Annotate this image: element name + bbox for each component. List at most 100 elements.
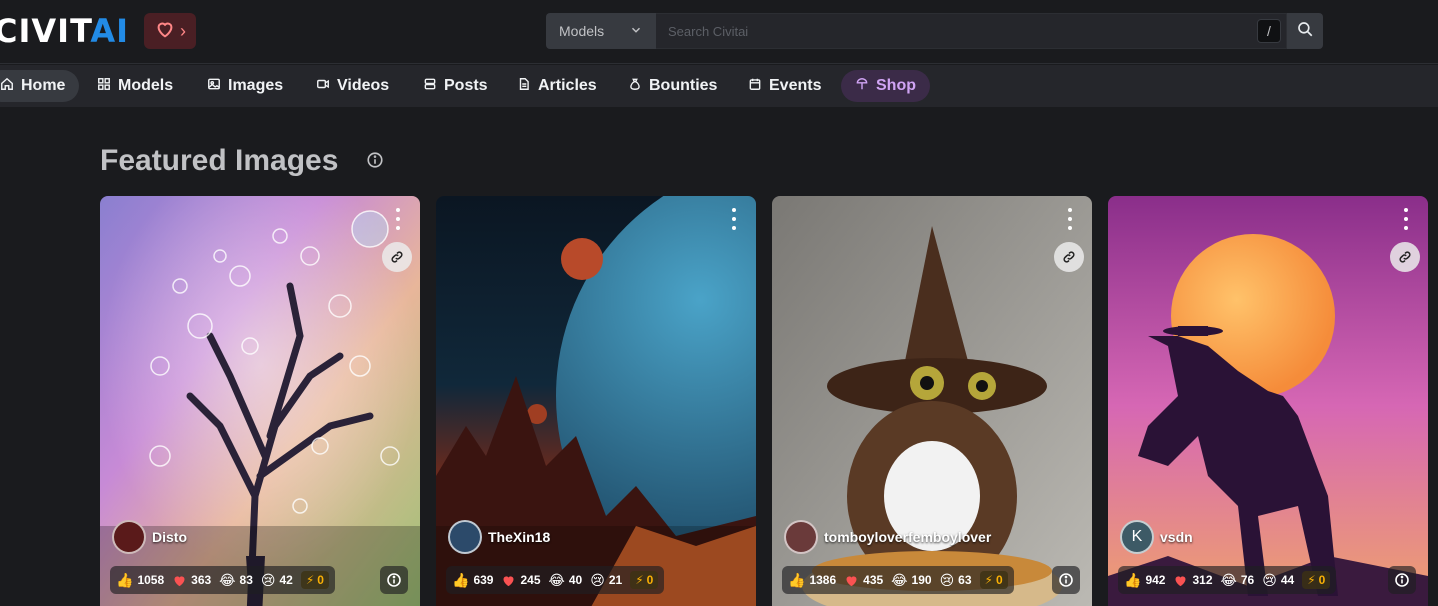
sad-icon: 😢 (590, 572, 605, 588)
chevron-right-icon: › (180, 20, 186, 41)
reaction-bar: 👍 1386 435 😂 190 😢 63 ⚡ 0 (782, 566, 1014, 594)
cry-reaction[interactable]: 😢 21 (590, 573, 622, 587)
heart-reaction[interactable]: 312 (1173, 573, 1213, 588)
tip-button[interactable]: ⚡ 0 (979, 571, 1008, 589)
nav-articles[interactable]: Articles (503, 70, 611, 102)
laugh-icon: 😂 (548, 572, 565, 588)
nav-posts-label: Posts (444, 77, 488, 94)
like-reaction[interactable]: 👍 942 (1124, 573, 1165, 587)
card-user[interactable]: K vsdn (1120, 520, 1193, 554)
nav-events[interactable]: Events (734, 70, 835, 102)
cry-reaction[interactable]: 😢 42 (261, 573, 293, 587)
support-button[interactable]: › (144, 13, 196, 49)
nav-images[interactable]: Images (193, 70, 297, 102)
nav-home-label: Home (21, 77, 66, 94)
heart-icon (501, 573, 516, 588)
tip-button[interactable]: ⚡ 0 (1302, 571, 1331, 589)
posts-icon (423, 77, 437, 96)
cry-reaction[interactable]: 😢 63 (940, 573, 972, 587)
article-icon (517, 77, 531, 96)
grid-icon (97, 77, 111, 96)
more-options-icon[interactable] (730, 208, 738, 230)
bolt-icon: ⚡ (984, 573, 993, 587)
username: tomboyloverfemboylover (824, 529, 992, 545)
sad-icon: 😢 (260, 572, 276, 588)
image-card[interactable]: Disto 👍 1058 363 😂 83 😢 42 ⚡ 0 (100, 196, 420, 606)
more-options-icon[interactable] (1402, 208, 1410, 230)
calendar-icon (748, 77, 762, 96)
nav-posts[interactable]: Posts (409, 70, 502, 102)
laugh-reaction[interactable]: 😂 190 (891, 573, 931, 587)
image-card[interactable]: tomboyloverfemboylover 👍 1386 435 😂 190 😢 6… (772, 196, 1092, 606)
image-info-button[interactable] (1052, 566, 1080, 594)
laugh-icon: 😂 (891, 572, 908, 588)
username: vsdn (1160, 529, 1193, 545)
nav-shop[interactable]: Shop (841, 70, 930, 102)
heart-reaction[interactable]: 245 (501, 573, 541, 588)
nav-videos[interactable]: Videos (302, 70, 403, 102)
laugh-reaction[interactable]: 😂 83 (219, 573, 253, 587)
card-user[interactable]: TheXin18 (448, 520, 550, 554)
heart-icon (172, 573, 187, 588)
sad-icon: 😢 (1262, 572, 1277, 588)
like-reaction[interactable]: 👍 1058 (116, 573, 164, 587)
laugh-icon: 😂 (219, 572, 236, 588)
nav-models-label: Models (118, 77, 174, 94)
section-title: Featured Images (100, 144, 339, 177)
shop-icon (855, 77, 869, 96)
avatar (448, 520, 482, 554)
username: TheXin18 (488, 529, 551, 545)
tip-button[interactable]: ⚡ 0 (630, 571, 659, 589)
thumbs-up-icon: 👍 (788, 572, 806, 588)
image-card[interactable]: TheXin18 👍 639 245 😂 40 😢 21 ⚡ 0 (436, 196, 756, 606)
tip-button[interactable]: ⚡ 0 (300, 571, 329, 589)
heart-icon (844, 573, 859, 588)
heart-reaction[interactable]: 435 (844, 573, 883, 588)
more-options-icon[interactable] (1066, 208, 1074, 230)
search-input[interactable] (656, 13, 1287, 49)
more-options-icon[interactable] (394, 208, 402, 230)
remix-link-icon[interactable] (382, 242, 412, 272)
image-icon (207, 77, 221, 96)
card-user[interactable]: Disto (112, 520, 187, 554)
thumbs-up-icon: 👍 (116, 572, 134, 588)
reaction-bar: 👍 639 245 😂 40 😢 21 ⚡ 0 (446, 566, 665, 594)
laugh-reaction[interactable]: 😂 76 (1221, 573, 1255, 587)
laugh-reaction[interactable]: 😂 40 (549, 573, 583, 587)
like-reaction[interactable]: 👍 1386 (788, 573, 836, 587)
nav-images-label: Images (228, 77, 284, 94)
remix-link-icon[interactable] (1054, 242, 1084, 272)
search-icon (1296, 20, 1314, 43)
nav-articles-label: Articles (538, 77, 597, 94)
civitai-logo[interactable]: CIVITAI (0, 13, 129, 49)
nav-home[interactable]: Home (0, 70, 80, 102)
search-category-select[interactable]: Models (546, 13, 656, 49)
bolt-icon: ⚡ (635, 573, 644, 587)
video-icon (316, 77, 330, 96)
thumbs-up-icon: 👍 (452, 572, 470, 588)
cry-reaction[interactable]: 😢 44 (1262, 573, 1294, 587)
nav-bounties[interactable]: Bounties (614, 70, 731, 102)
remix-link-icon[interactable] (1390, 242, 1420, 272)
bolt-icon: ⚡ (305, 573, 315, 587)
heart-icon (154, 18, 176, 45)
nav-shop-label: Shop (876, 77, 916, 94)
heart-reaction[interactable]: 363 (172, 573, 211, 588)
search-bar: Models / (546, 13, 1323, 49)
like-reaction[interactable]: 👍 639 (452, 573, 493, 587)
nav-events-label: Events (769, 77, 822, 94)
image-card[interactable]: K vsdn 👍 942 312 😂 76 😢 44 ⚡ 0 (1108, 196, 1428, 606)
laugh-icon: 😂 (1220, 572, 1237, 588)
info-icon[interactable] (366, 151, 384, 169)
reaction-bar: 👍 942 312 😂 76 😢 44 ⚡ 0 (1118, 566, 1337, 594)
bolt-icon: ⚡ (1307, 573, 1316, 587)
search-button[interactable] (1287, 13, 1323, 49)
image-info-button[interactable] (380, 566, 408, 594)
nav-bounties-label: Bounties (649, 77, 718, 94)
nav-models[interactable]: Models (83, 70, 187, 102)
image-info-button[interactable] (1388, 566, 1416, 594)
card-user[interactable]: tomboyloverfemboylover (784, 520, 991, 554)
moneybag-icon (628, 77, 642, 96)
username: Disto (152, 529, 187, 545)
search-shortcut-hint: / (1257, 19, 1281, 43)
